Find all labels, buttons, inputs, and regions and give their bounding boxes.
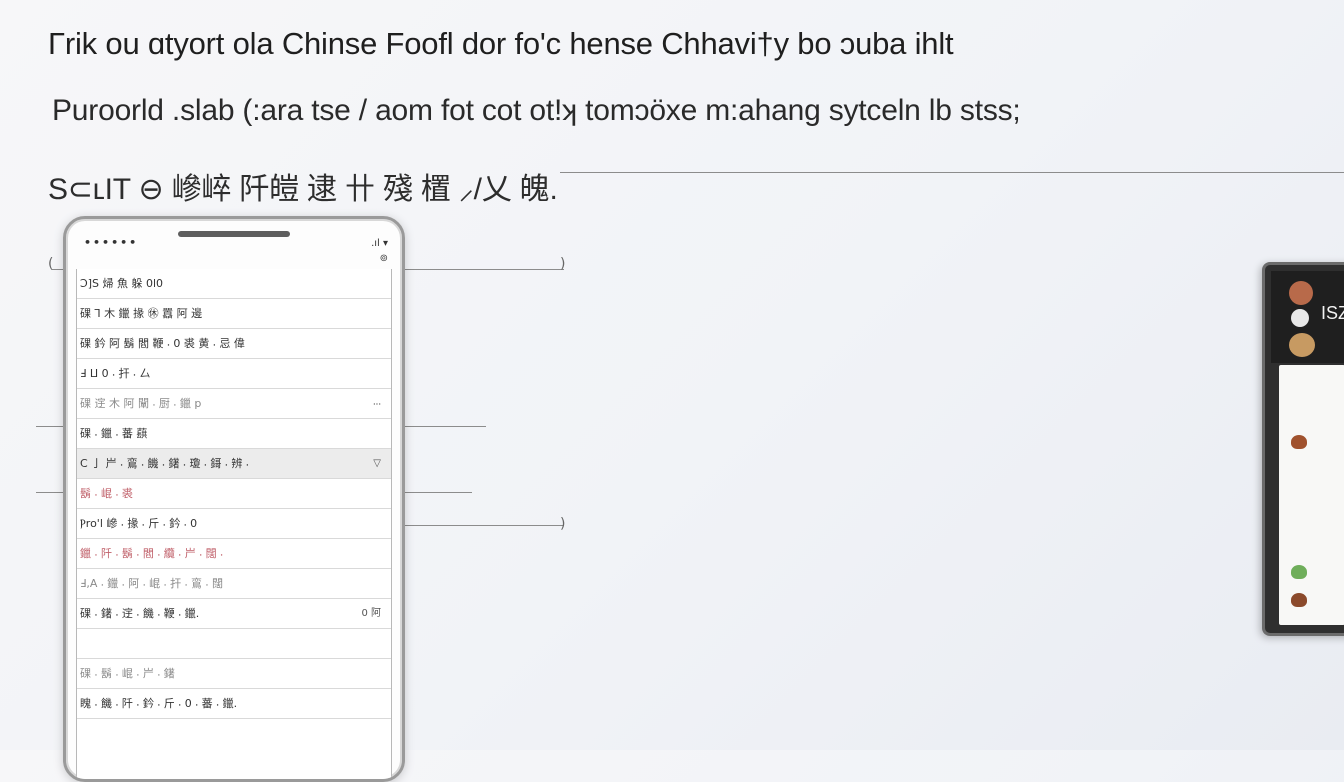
food-icon <box>1291 565 1307 579</box>
side-device-label: ISZ <box>1321 303 1344 323</box>
food-icon <box>1291 593 1307 607</box>
list-item[interactable]: 䂺 鈐 阿 鬍 閻 鞭 ⸳ 0 裘 ⻩ ⸳ 忌 偉 <box>77 329 391 359</box>
list-item-value: ▽ <box>373 458 381 469</box>
list-item-label: Ⲣro'l 㠁 ⸳ 掾 ⸳ 斤 ⸳ 鈐 ⸳ 0 <box>80 517 198 530</box>
list-item-label: 䂺 ⸳ 鐯 ⸳ 䢓 ⸳ 饑 ⸳ 鞭 ⸳ 鑞. <box>80 607 200 620</box>
list-item[interactable]: Ↄ]S 㷌 魚 躲 0l0 <box>77 269 391 299</box>
record-icon[interactable] <box>1291 309 1309 327</box>
phone-screen-list: Ↄ]S 㷌 魚 躲 0l0 䂺 ⅂ ⽊ 鑞 掾 ㊡ 囂 阿 邊䂺 鈐 阿 鬍 閻 … <box>76 269 392 779</box>
list-item[interactable] <box>77 629 391 659</box>
list-item-label: 䂺 ⸳ 鬍 ⸳ 崐 ⸳ 屵 ⸳ 鐯 <box>80 667 175 680</box>
list-item[interactable]: Ⲣro'l 㠁 ⸳ 掾 ⸳ 斤 ⸳ 鈐 ⸳ 0 <box>77 509 391 539</box>
bracket-right-marker-2: ) <box>560 516 566 532</box>
page-subtitle-line-2: Puroorld .slab (:ara tse / aom fot cot o… <box>52 94 1021 127</box>
list-item-label: 鑞 ⸳ 阡 ⸳ 鬍 ⸳ 閻 ⸳ 纜 ⸳ 屵 ⸳ 闊 ⸳ <box>80 547 224 560</box>
list-item[interactable]: 䂺 䢓 ⽊ 阿 闡 ⸳ 厨 ⸳ 鑞 p ⸳⸳⸳ <box>77 389 391 419</box>
list-item-label: Ⅎ,A ⸳ 鑞 ⸳ 阿 ⸳ 崐 ⸳ 扞 ⸳ 鵉 ⸳ 闊 <box>80 577 223 590</box>
list-item-value: ⸳⸳⸳ <box>372 398 381 409</box>
page-title-line-1: Γrik ou ɑtyort ola Chinse Foofl dor fo'c… <box>48 26 954 61</box>
list-item[interactable]: Ⅎ,A ⸳ 鑞 ⸳ 阿 ⸳ 崐 ⸳ 扞 ⸳ 鵉 ⸳ 闊 <box>77 569 391 599</box>
list-item-value: 0 阿 <box>361 608 381 619</box>
list-item-label: 䂺 ⅂ ⽊ 鑞 掾 ㊡ 囂 阿 邊 <box>80 307 203 320</box>
list-item[interactable]: 䂺 ⸳ 鬍 ⸳ 崐 ⸳ 屵 ⸳ 鐯 <box>77 659 391 689</box>
list-item[interactable]: 鑞 ⸳ 阡 ⸳ 鬍 ⸳ 閻 ⸳ 纜 ⸳ 屵 ⸳ 闊 ⸳ <box>77 539 391 569</box>
list-item-label: Ↄ]S 㷌 魚 躲 0l0 <box>80 277 164 290</box>
divider-top <box>560 172 1344 173</box>
list-item-label: 䁛 ⸳ 饑 ⸳ 阡 ⸳ 鈐 ⸳ 斤 ⸳ 0 ⸳ 蕃 ⸳ 鑞. <box>80 697 238 710</box>
list-item[interactable]: Ⅽ ⼅ 屵 ⸳ 鵉 ⸳ 饑 ⸳ 鐯 ⸳ 瓊 ⸳ 鎶 ⸳ 辨 ⸳ ▽ <box>77 449 391 479</box>
side-device-preview: ISZ <box>1262 262 1344 636</box>
bracket-right-marker: ) <box>560 256 566 272</box>
list-item-label: 鬍 ⸳ 崐 ⸳ 裘 <box>80 487 133 500</box>
status-bar: •••••• .ıl ▾ ⊚ <box>84 236 388 264</box>
food-icon <box>1291 435 1307 449</box>
avatar <box>1289 281 1313 305</box>
network-icon: .ıl ▾ <box>371 238 388 249</box>
sync-icon[interactable]: ⊚ <box>380 253 388 264</box>
list-item[interactable]: 䂺 ⅂ ⽊ 鑞 掾 ㊡ 囂 阿 邊 <box>77 299 391 329</box>
side-device-list <box>1279 365 1344 625</box>
page-subtitle-line-3: S⊂ʟIT ⊖ 㠁崪 阡皚 逮 卄 殘 㯰 ⸝/乂 魄. <box>48 173 558 206</box>
list-item-label: 䂺 ⸳ 鑞 ⸳ 蕃 蕻 <box>80 427 148 440</box>
phone-mockup: •••••• .ıl ▾ ⊚ Ↄ]S 㷌 魚 躲 0l0 䂺 ⅂ ⽊ 鑞 掾 ㊡ … <box>63 216 405 782</box>
list-item-label: 䂺 鈐 阿 鬍 閻 鞭 ⸳ 0 裘 ⻩ ⸳ 忌 偉 <box>80 337 245 350</box>
list-item[interactable]: 鬍 ⸳ 崐 ⸳ 裘 <box>77 479 391 509</box>
list-item-label: 䂺 䢓 ⽊ 阿 闡 ⸳ 厨 ⸳ 鑞 p <box>80 397 202 410</box>
list-item-label: Ⅽ ⼅ 屵 ⸳ 鵉 ⸳ 饑 ⸳ 鐯 ⸳ 瓊 ⸳ 鎶 ⸳ 辨 ⸳ <box>80 457 249 470</box>
divider-guide-4 <box>380 525 564 526</box>
phone-notch <box>178 231 290 237</box>
list-item-label: Ⅎ ⵡ 0 ⸳ 扞 ⸳ 厶 <box>80 367 151 380</box>
side-device-header: ISZ <box>1271 271 1344 363</box>
bracket-left-marker: ( <box>48 256 54 272</box>
list-item[interactable]: 䁛 ⸳ 饑 ⸳ 阡 ⸳ 鈐 ⸳ 斤 ⸳ 0 ⸳ 蕃 ⸳ 鑞. <box>77 689 391 719</box>
list-item[interactable]: 䂺 ⸳ 鐯 ⸳ 䢓 ⸳ 饑 ⸳ 鞭 ⸳ 鑞. 0 阿 <box>77 599 391 629</box>
food-thumbnail-icon <box>1289 333 1315 357</box>
list-item[interactable]: 䂺 ⸳ 鑞 ⸳ 蕃 蕻 <box>77 419 391 449</box>
list-item[interactable]: Ⅎ ⵡ 0 ⸳ 扞 ⸳ 厶 <box>77 359 391 389</box>
signal-dots-icon: •••••• <box>84 236 139 249</box>
